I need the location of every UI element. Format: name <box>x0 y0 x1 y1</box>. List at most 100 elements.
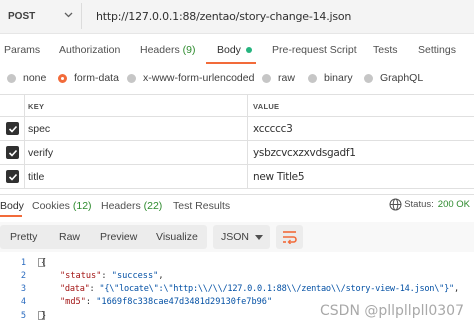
tab-label: Test Results <box>173 200 231 212</box>
line-number: 1 <box>20 258 26 268</box>
tab-count: (12) <box>72 200 92 212</box>
json-value: "{\"locate\":\"http:\\/\\/127.0.0.1:88\\… <box>99 284 454 294</box>
radio-circle-icon <box>262 73 271 83</box>
response-status: Status: 200 OK <box>404 199 470 210</box>
response-toolbar: Pretty Raw Preview Visualize JSON <box>0 222 474 252</box>
value-column-header: VALUE <box>253 102 280 111</box>
radio-graphql[interactable]: GraphQL <box>364 72 423 84</box>
radio-label: GraphQL <box>380 72 424 84</box>
url-input[interactable]: http://127.0.0.1:88/zentao/story-change-… <box>88 3 474 29</box>
tab-label: Tests <box>373 44 398 56</box>
radio-raw[interactable]: raw <box>262 72 295 84</box>
column-divider <box>247 165 248 189</box>
column-divider <box>24 141 25 165</box>
json-separator: : <box>101 271 112 281</box>
json-key: "md5" <box>60 297 86 307</box>
json-tail: , <box>453 284 459 294</box>
body-type-options: none form-data x-www-form-urlencoded raw… <box>0 68 474 88</box>
column-divider <box>247 117 248 141</box>
view-raw-button[interactable]: Raw <box>59 231 80 243</box>
url-text: http://127.0.0.1:88/zentao/story-change-… <box>96 9 352 23</box>
tab-label: Authorization <box>59 44 121 56</box>
table-row: title new Title5 <box>0 165 474 189</box>
active-dot-icon <box>245 47 252 54</box>
radio-none[interactable]: none <box>7 72 46 84</box>
line-number: 5 <box>20 311 26 321</box>
radio-circle-icon <box>7 73 16 83</box>
radio-form-data[interactable]: form-data <box>58 72 119 84</box>
tab-test-results[interactable]: Test Results <box>173 200 230 212</box>
code-line: { <box>41 258 47 268</box>
caret-down-icon <box>255 235 263 240</box>
column-divider <box>24 117 25 141</box>
method-select[interactable]: POST <box>0 3 82 29</box>
tab-authorization[interactable]: Authorization <box>59 44 120 56</box>
tab-label: Body <box>217 44 241 56</box>
json-key: "status" <box>60 271 102 281</box>
watermark: CSDN @pllpllpll0307 <box>320 303 464 319</box>
tab-count: (22) <box>143 200 163 212</box>
form-data-table: KEY VALUE spec xccccc3 verify ysbzcvcxzx… <box>0 94 474 190</box>
radio-circle-icon <box>364 73 373 83</box>
row-checkbox[interactable] <box>6 146 19 159</box>
tab-params[interactable]: Params <box>4 44 40 56</box>
row-key[interactable]: spec <box>28 123 50 135</box>
wrap-lines-button[interactable] <box>276 225 303 249</box>
view-mode-group: Pretty Raw Preview Visualize <box>0 225 207 249</box>
json-value: "success" <box>111 271 159 281</box>
tab-body[interactable]: Body <box>217 44 252 56</box>
row-checkbox[interactable] <box>6 122 19 135</box>
column-divider <box>247 141 248 165</box>
tab-label: Headers <box>101 200 141 212</box>
tab-count: (9) <box>182 44 196 56</box>
tab-cookies[interactable]: Cookies (12) <box>32 200 92 212</box>
status-value: 200 OK <box>437 199 470 210</box>
radio-x-www-form-urlencoded[interactable]: x-www-form-urlencoded <box>127 72 254 84</box>
checkmark-icon <box>8 125 18 133</box>
tab-label: Params <box>4 44 41 56</box>
row-value[interactable]: new Title5 <box>253 171 305 183</box>
key-column-header: KEY <box>28 102 45 111</box>
checkmark-icon <box>8 149 18 157</box>
row-value[interactable]: xccccc3 <box>253 123 293 135</box>
row-key[interactable]: title <box>28 171 44 183</box>
format-select[interactable]: JSON <box>213 225 270 249</box>
tab-response-headers[interactable]: Headers (22) <box>101 200 162 212</box>
tab-settings[interactable]: Settings <box>418 44 456 56</box>
method-label: POST <box>8 10 36 22</box>
tab-pre-request-script[interactable]: Pre-request Script <box>272 44 357 56</box>
wrap-lines-icon <box>283 231 297 244</box>
json-separator: : <box>85 297 97 307</box>
radio-label: raw <box>278 72 295 84</box>
tab-response-body[interactable]: Body <box>0 200 24 212</box>
view-preview-button[interactable]: Preview <box>100 231 137 243</box>
active-tab-indicator <box>0 215 22 217</box>
tab-label: Pre-request Script <box>272 44 357 56</box>
tab-label: Headers <box>140 44 180 56</box>
view-pretty-button[interactable]: Pretty <box>10 231 37 243</box>
json-tail: , <box>158 271 164 281</box>
row-value[interactable]: ysbzcvcxzxvdsgadf1 <box>253 147 356 159</box>
code-line: } <box>41 311 47 321</box>
request-bar: POST http://127.0.0.1:88/zentao/story-ch… <box>0 0 474 34</box>
tab-headers[interactable]: Headers (9) <box>140 44 195 56</box>
view-visualize-button[interactable]: Visualize <box>156 231 198 243</box>
radio-circle-icon <box>308 73 317 83</box>
row-checkbox[interactable] <box>6 170 19 183</box>
status-label: Status: <box>404 199 434 210</box>
response-tabs: Body Cookies (12) Headers (22) Test Resu… <box>0 194 474 217</box>
row-key[interactable]: verify <box>28 147 53 159</box>
globe-icon[interactable] <box>389 198 402 211</box>
line-number: 4 <box>20 297 26 307</box>
table-row: spec xccccc3 <box>0 117 474 141</box>
radio-binary[interactable]: binary <box>308 72 353 84</box>
chevron-down-icon <box>64 12 73 18</box>
table-header: KEY VALUE <box>0 95 474 117</box>
json-key: "data" <box>60 284 90 294</box>
tab-tests[interactable]: Tests <box>373 44 398 56</box>
code-line: "status": "success", <box>60 271 164 281</box>
column-divider <box>247 95 248 117</box>
format-label: JSON <box>221 231 250 243</box>
radio-label: binary <box>324 72 353 84</box>
line-number: 3 <box>20 284 26 294</box>
